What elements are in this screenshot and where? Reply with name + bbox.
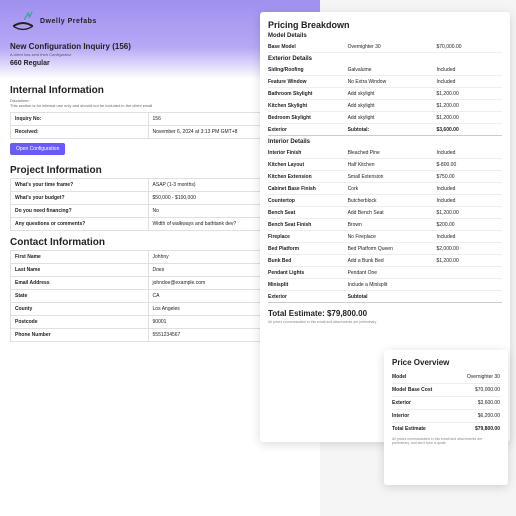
pricing-row: Base ModelOvernighter 30$70,000.00: [268, 41, 502, 53]
pricing-row: Bedroom SkylightAdd skylight$1,200.00: [268, 112, 502, 124]
overview-row: ModelOvernighter 30: [392, 371, 500, 384]
pricing-row: Interior FinishBleached PineIncluded: [268, 147, 502, 159]
pricing-row: Kitchen SkylightAdd skylight$1,200.00: [268, 100, 502, 112]
pricing-row: Bed PlatformBed Platform Queen$2,000.00: [268, 243, 502, 255]
pricing-row: MinisplitInclude a Minisplit: [268, 279, 502, 291]
open-configuration-button[interactable]: Open Configuration: [10, 143, 65, 155]
interior-details-hdr: Interior Details: [268, 139, 502, 145]
pricing-row: Siding/RoofingGalvalumeIncluded: [268, 64, 502, 76]
overview-panel: Price Overview ModelOvernighter 30Model …: [384, 350, 508, 485]
pricing-title: Pricing Breakdown: [268, 20, 502, 30]
pricing-row: Bunk BedAdd a Bunk Bed$1,200.00: [268, 255, 502, 267]
pricing-row: Bench Seat FinishBrown$200.00: [268, 219, 502, 231]
overview-title: Price Overview: [392, 358, 500, 367]
exterior-details-hdr: Exterior Details: [268, 56, 502, 62]
pricing-row: Bench SeatAdd Bench Seat$1,200.00: [268, 207, 502, 219]
model-details-hdr: Model Details: [268, 33, 502, 39]
pricing-row: Cabinet Base FinishCorkIncluded: [268, 183, 502, 195]
pricing-row: Bathroom SkylightAdd skylight$1,200.00: [268, 88, 502, 100]
overview-row: Interior$6,200.00: [392, 410, 500, 423]
total-estimate: Total Estimate: $79,800.00: [268, 309, 502, 318]
exterior-subtotal-row: ExteriorSubtotal:$3,600.00: [268, 124, 502, 136]
overview-fine-print: All prices communicated in this email an…: [392, 437, 500, 445]
overview-row: Exterior$3,600.00: [392, 397, 500, 410]
pricing-row: Feature WindowNo Extra WindowIncluded: [268, 76, 502, 88]
overview-total-row: Total Estimate$79,800.00: [392, 423, 500, 435]
pricing-fine-print: All prices communicated in this email an…: [268, 320, 502, 324]
pricing-row: Kitchen ExtensionSmall Extension$750.00: [268, 171, 502, 183]
brand-name: Dwelly Prefabs: [40, 18, 97, 25]
overview-row: Model Base Cost$70,000.00: [392, 384, 500, 397]
interior-subtotal-row: ExteriorSubtotal: [268, 291, 502, 303]
pricing-row: Kitchen LayoutHalf Kitchen$-800.00: [268, 159, 502, 171]
brand-logo-icon: [10, 8, 36, 34]
pricing-row: CountertopButcherblockIncluded: [268, 195, 502, 207]
pricing-row: Pendant LightsPendant One: [268, 267, 502, 279]
pricing-row: FireplaceNo FireplaceIncluded: [268, 231, 502, 243]
